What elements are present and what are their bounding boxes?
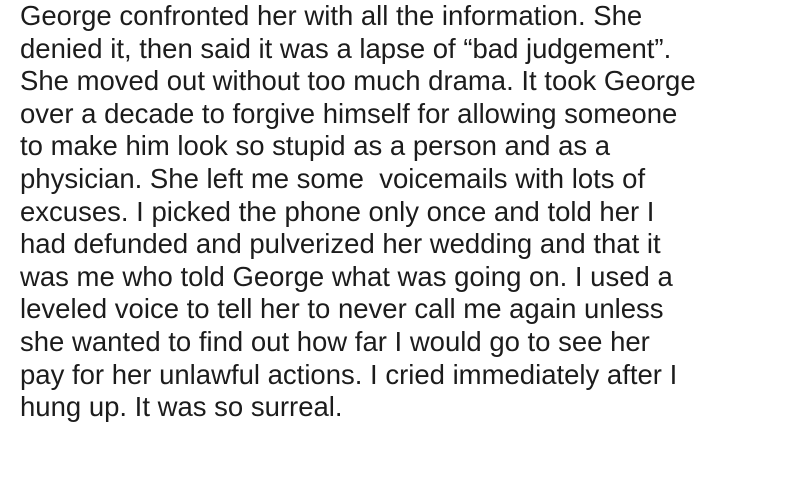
text-line: pay for her unlawful actions. I cried im… [20, 358, 678, 390]
text-line: had defunded and pulverized her wedding … [20, 228, 661, 260]
text-line: was me who told George what was going on… [20, 260, 673, 292]
text-line: George confronted her with all the infor… [20, 0, 643, 31]
post-text-block: George confronted her with all the infor… [20, 0, 800, 424]
text-line: physician. She left me some voicemails w… [20, 162, 646, 194]
text-line: leveled voice to tell her to never call … [20, 293, 664, 325]
text-line: to make him look so stupid as a person a… [20, 130, 611, 162]
text-line: excuses. I picked the phone only once an… [20, 195, 655, 227]
text-line: denied it, then said it was a lapse of “… [20, 32, 672, 64]
text-line: she wanted to find out how far I would g… [20, 325, 650, 357]
text-line: She moved out without too much drama. It… [20, 65, 696, 97]
text-line: over a decade to forgive himself for all… [20, 97, 678, 129]
text-line: hung up. It was so surreal. [20, 391, 343, 423]
